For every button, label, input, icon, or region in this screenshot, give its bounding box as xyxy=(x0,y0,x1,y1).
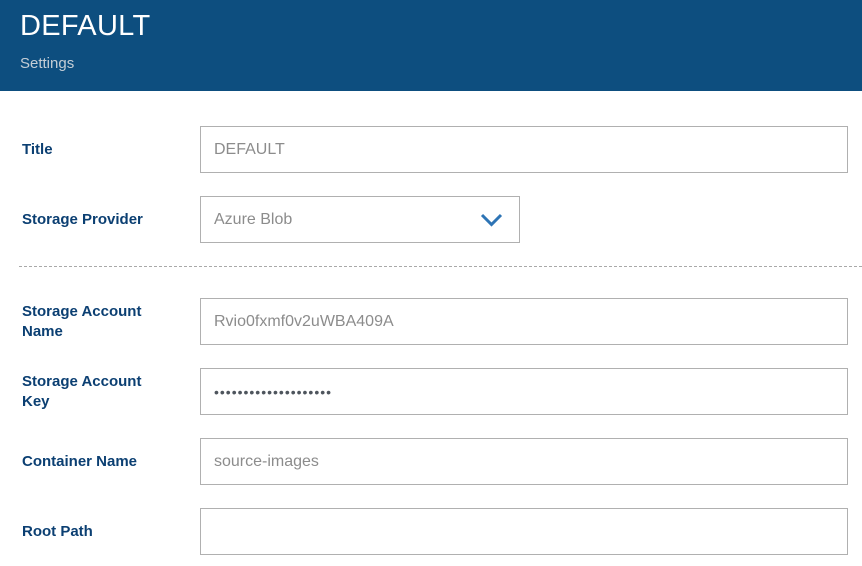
container-name-field xyxy=(200,438,848,485)
form-row-storage-account-name: Storage Account Name xyxy=(22,298,848,345)
container-name-label: Container Name xyxy=(22,438,200,485)
storage-account-key-label: Storage Account Key xyxy=(22,368,200,415)
root-path-field xyxy=(200,508,848,555)
storage-provider-field: Azure Blob xyxy=(200,196,848,243)
title-label: Title xyxy=(22,126,200,173)
form-row-root-path: Root Path xyxy=(22,508,848,555)
root-path-input[interactable] xyxy=(200,508,848,555)
storage-account-key-input[interactable] xyxy=(200,368,848,415)
section-separator xyxy=(19,266,862,267)
storage-account-name-label: Storage Account Name xyxy=(22,298,200,345)
title-input[interactable] xyxy=(200,126,848,173)
container-name-input[interactable] xyxy=(200,438,848,485)
form-row-storage-account-key: Storage Account Key xyxy=(22,368,848,415)
root-path-label: Root Path xyxy=(22,508,200,555)
form-row-title: Title xyxy=(22,126,848,173)
storage-provider-label: Storage Provider xyxy=(22,196,200,243)
storage-provider-selected-value: Azure Blob xyxy=(214,211,292,229)
page-header: DEFAULT Settings xyxy=(0,0,862,91)
settings-form: Title Storage Provider Azure Blob Storag… xyxy=(0,91,862,555)
page-title: DEFAULT xyxy=(20,10,842,43)
chevron-down-icon xyxy=(480,213,503,227)
storage-account-name-field xyxy=(200,298,848,345)
form-row-storage-provider: Storage Provider Azure Blob xyxy=(22,196,848,243)
form-row-container-name: Container Name xyxy=(22,438,848,485)
storage-account-key-field xyxy=(200,368,848,415)
page-subtitle: Settings xyxy=(20,55,842,72)
storage-account-name-input[interactable] xyxy=(200,298,848,345)
title-field xyxy=(200,126,848,173)
storage-provider-select[interactable]: Azure Blob xyxy=(200,196,520,243)
